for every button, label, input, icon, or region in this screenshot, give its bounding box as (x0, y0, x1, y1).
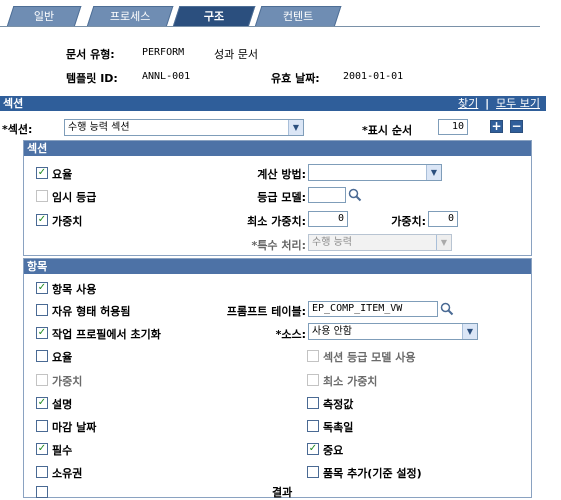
min-weight-label: 최소 가중치: (247, 215, 306, 228)
reminder-label: 독촉일 (323, 421, 354, 434)
tab-divider (0, 26, 540, 27)
plus-icon[interactable]: + (490, 120, 503, 133)
init-from-profile-checkbox[interactable]: ✓ (36, 327, 48, 339)
view-all-link[interactable]: 모두 보기 (496, 97, 540, 110)
temp-rating-label: 임시 등급 (52, 191, 97, 204)
magnifier-icon[interactable] (440, 302, 454, 316)
rating-checkbox-label: 요율 (52, 168, 73, 181)
effective-date-label: 유효 날짜: (271, 72, 320, 85)
tab-bar: 일반 프로세스 구조 컨텐트 (0, 0, 561, 28)
items-panel-title: 항목 (24, 259, 531, 274)
item-min-weight-label: 최소 가중치 (323, 375, 378, 388)
prompt-table-input[interactable]: EP_COMP_ITEM_VW (308, 301, 438, 317)
doc-type-desc: 성과 문서 (214, 48, 258, 61)
use-items-checkbox[interactable]: ✓ (36, 282, 48, 294)
section-label: *섹션: (2, 123, 33, 136)
measure-checkbox[interactable] (307, 397, 319, 409)
items-panel (23, 258, 532, 498)
tab-process[interactable]: 프로세스 (86, 6, 174, 27)
required-checkbox[interactable]: ✓ (36, 443, 48, 455)
add-item-baseline-label: 품목 추가(기준 설정) (323, 467, 422, 480)
use-section-rating-model-label: 섹션 등급 모델 사용 (323, 351, 416, 364)
rating-checkbox[interactable]: ✓ (36, 167, 48, 179)
weight-checkbox[interactable]: ✓ (36, 214, 48, 226)
tab-content[interactable]: 컨텐트 (254, 6, 342, 27)
weight-label: 가중치: (391, 215, 426, 228)
template-id-value: ANNL-001 (142, 71, 191, 82)
add-item-baseline-checkbox[interactable] (307, 466, 319, 478)
tab-general[interactable]: 일반 (6, 6, 82, 27)
chevron-down-icon: ▼ (426, 165, 441, 180)
effective-date-value: 2001-01-01 (343, 71, 404, 82)
cutoff-checkbox[interactable] (36, 486, 48, 498)
special-handling-select: 수행 능력 ▼ (308, 234, 452, 251)
use-section-rating-model-checkbox[interactable] (307, 350, 319, 362)
tab-structure[interactable]: 구조 (172, 6, 256, 27)
calc-method-label: 계산 방법: (257, 168, 306, 181)
item-rating-label: 요율 (52, 351, 73, 364)
critical-label: 중요 (323, 444, 344, 457)
section-select-value: 수행 능력 섹션 (68, 122, 130, 133)
prompt-table-label: 프롬프트 테이블: (226, 305, 306, 318)
special-handling-label: *특수 처리: (251, 239, 306, 252)
description-label: 설명 (52, 398, 73, 411)
description-checkbox[interactable]: ✓ (36, 397, 48, 409)
rating-model-label: 등급 모델: (257, 191, 306, 204)
section-select[interactable]: 수행 능력 섹션 ▼ (64, 119, 304, 136)
chevron-down-icon: ▼ (436, 235, 451, 250)
chevron-down-icon: ▼ (462, 324, 477, 339)
due-date-checkbox[interactable] (36, 420, 48, 432)
display-order-label: *표시 순서 (362, 124, 413, 137)
item-weight-label: 가중치 (52, 375, 83, 388)
template-id-label: 템플릿 ID: (66, 72, 118, 85)
item-weight-checkbox[interactable] (36, 374, 48, 386)
measure-label: 측정값 (323, 398, 354, 411)
source-select[interactable]: 사용 안함 ▼ (308, 323, 478, 340)
weight-input[interactable]: 0 (428, 211, 458, 227)
magnifier-icon[interactable] (348, 188, 362, 202)
section-grid-title: 섹션 (3, 97, 24, 110)
doc-type-label: 문서 유형: (66, 48, 115, 61)
due-date-label: 마감 날짜 (52, 421, 97, 434)
minus-icon[interactable]: − (510, 120, 523, 133)
free-form-label: 자유 형태 허용됨 (52, 305, 131, 318)
reminder-checkbox[interactable] (307, 420, 319, 432)
free-form-checkbox[interactable] (36, 304, 48, 316)
rating-model-input[interactable] (308, 187, 346, 203)
item-rating-checkbox[interactable] (36, 350, 48, 362)
find-link[interactable]: 찾기 (458, 97, 478, 110)
source-label: *소스: (275, 328, 306, 341)
link-separator: | (485, 97, 490, 110)
chevron-down-icon: ▼ (288, 120, 303, 135)
use-items-label: 항목 사용 (52, 283, 97, 296)
temp-rating-checkbox[interactable] (36, 190, 48, 202)
weight-checkbox-label: 가중치 (52, 215, 83, 228)
ownership-checkbox[interactable] (36, 466, 48, 478)
doc-type-code: PERFORM (142, 47, 185, 58)
section-panel-title: 섹션 (24, 141, 531, 156)
ownership-label: 소유권 (52, 467, 83, 480)
min-weight-input[interactable]: 0 (308, 211, 348, 227)
cutoff-label: 결과 (272, 486, 293, 499)
init-from-profile-label: 작업 프로필에서 초기화 (52, 328, 161, 341)
item-min-weight-checkbox[interactable] (307, 374, 319, 386)
calc-method-select[interactable]: ▼ (308, 164, 442, 181)
critical-checkbox[interactable]: ✓ (307, 443, 319, 455)
required-label: 필수 (52, 444, 73, 457)
display-order-input[interactable]: 10 (438, 119, 468, 135)
section-grid-header: 섹션 찾기 | 모두 보기 (0, 96, 546, 111)
